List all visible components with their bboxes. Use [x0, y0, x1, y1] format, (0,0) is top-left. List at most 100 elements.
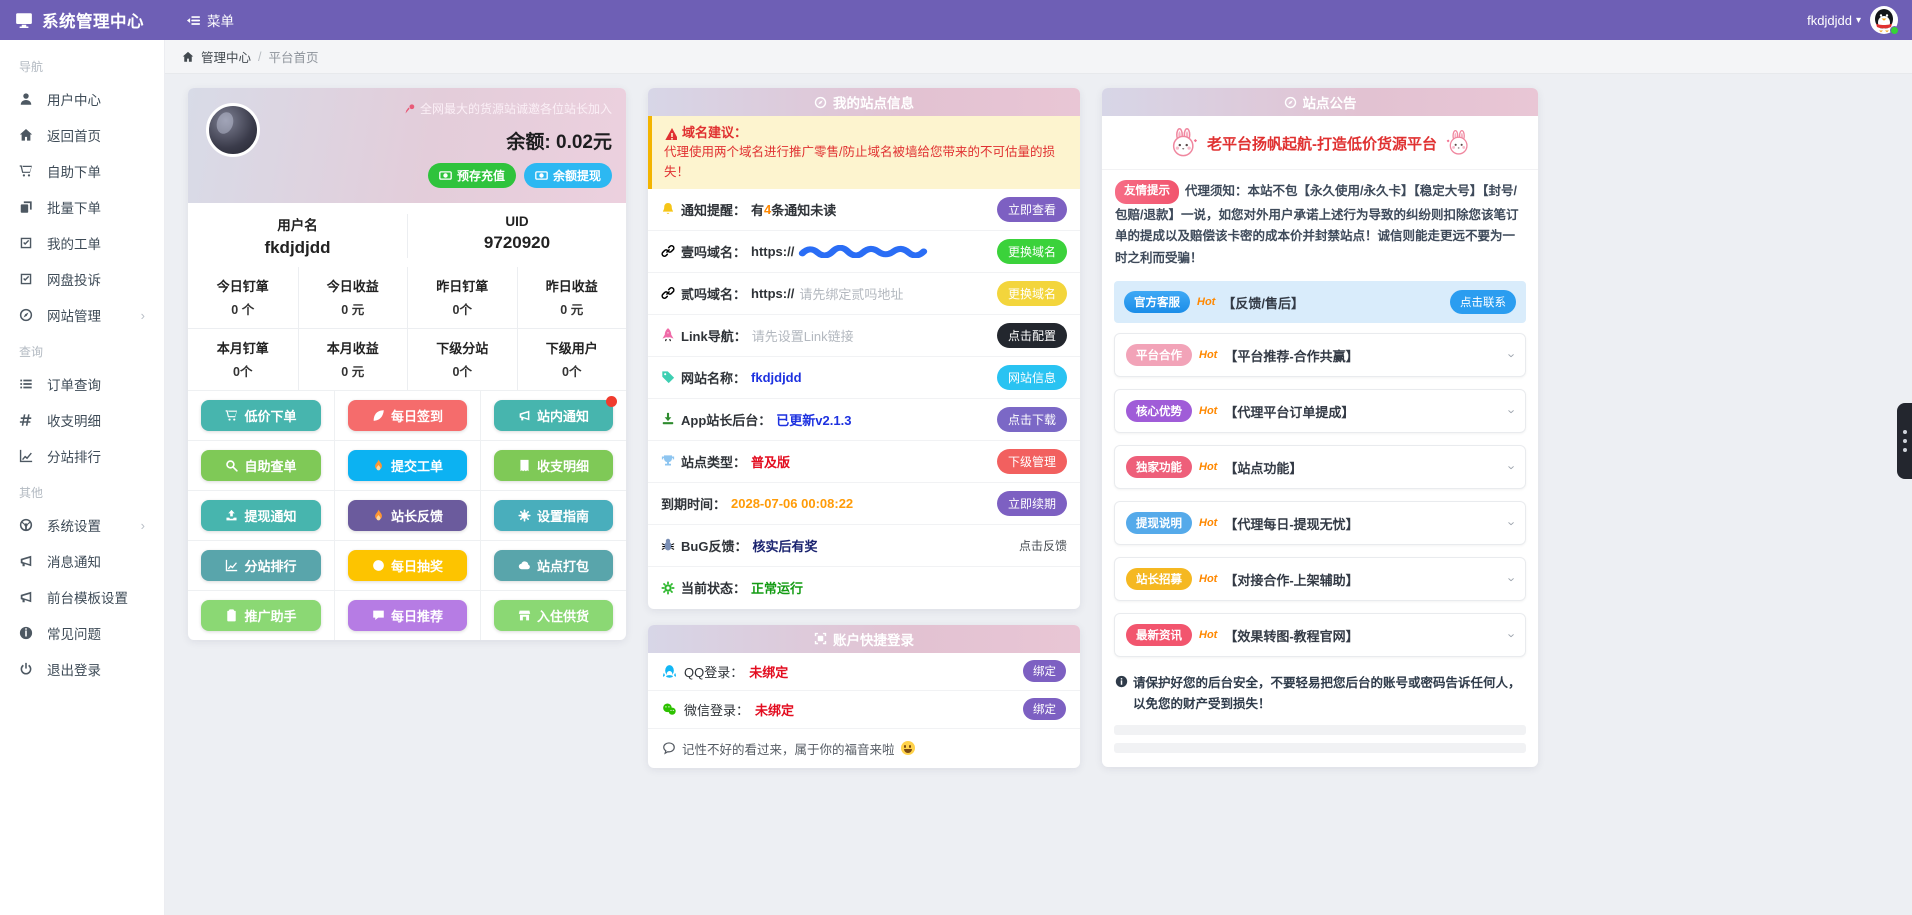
official-service-row[interactable]: 官方客服 Hot 【反馈/售后】 点击联系 [1114, 281, 1526, 323]
site-package-button[interactable]: 站点打包 [494, 550, 613, 581]
domain1-row: 壹吗域名： https:// 更换域名 [648, 231, 1080, 273]
sidebar-item-label: 收支明细 [47, 410, 101, 430]
sidebar-item-label: 用户中心 [47, 89, 101, 109]
setup-guide-button[interactable]: 设置指南 [494, 500, 613, 531]
app-backend-row: App站长后台： 已更新v2.1.3 点击下载 [648, 399, 1080, 441]
notify-row: 通知提醒： 有4条通知未读 立即查看 [648, 189, 1080, 231]
sidebar-item-template-settings[interactable]: 前台模板设置 [0, 579, 164, 615]
accordion-exclusive-features[interactable]: 独家功能 Hot 【站点功能】 › [1114, 445, 1526, 489]
webmaster-feedback-button[interactable]: 站长反馈 [348, 500, 467, 531]
accordion-webmaster-recruit[interactable]: 站长招募 Hot 【对接合作-上架辅助】 › [1114, 557, 1526, 601]
branch-ranking-button[interactable]: 分站排行 [201, 550, 321, 581]
sidebar-item-system-settings[interactable]: 系统设置 › [0, 507, 164, 543]
daily-recommend-button[interactable]: 每日推荐 [348, 600, 467, 631]
quick-login-header: 账户快捷登录 [648, 625, 1080, 653]
username-stat-label: 用户名 [188, 214, 407, 234]
hot-label: Hot [1199, 405, 1217, 417]
sidebar-item-label: 消息通知 [47, 551, 101, 571]
drawer-handle[interactable] [1897, 403, 1912, 479]
accordion-withdraw-info[interactable]: 提现说明 Hot 【代理每日-提现无忧】 › [1114, 501, 1526, 545]
submit-ticket-button[interactable]: 提交工单 [348, 450, 467, 481]
bug-feedback-row: BuG反馈： 核实后有奖 点击反馈 [648, 525, 1080, 567]
accordion-latest-news[interactable]: 最新资讯 Hot 【效果转图-教程官网】 › [1114, 613, 1526, 657]
download-app-button[interactable]: 点击下载 [997, 407, 1067, 432]
official-service-badge: 官方客服 [1124, 291, 1190, 313]
configure-link-button[interactable]: 点击配置 [997, 323, 1067, 348]
sidebar-item-batch-order[interactable]: 批量下单 [0, 189, 164, 225]
sidebar-item-branch-ranking[interactable]: 分站排行 [0, 438, 164, 474]
sidebar-item-site-management[interactable]: 网站管理 › [0, 297, 164, 333]
sub-manage-button[interactable]: 下级管理 [997, 449, 1067, 474]
online-status-dot [1890, 26, 1899, 35]
daily-lottery-button[interactable]: 每日抽奖 [348, 550, 467, 581]
announcement-card: 站点公告 老平台扬帆起航-打造低价货源平台 友情提示代理须知：本站不包【永久使用… [1102, 88, 1538, 767]
coin-icon [372, 559, 385, 572]
breadcrumb-root[interactable]: 管理中心 [201, 47, 251, 66]
sidebar-item-home[interactable]: 返回首页 [0, 117, 164, 153]
accordion-badge: 最新资讯 [1126, 624, 1192, 646]
sidebar-item-label: 返回首页 [47, 125, 101, 145]
profile-avatar[interactable] [206, 103, 260, 157]
income-detail-button[interactable]: 收支明细 [494, 450, 613, 481]
link-nav-row: Link导航： 请先设置Link链接 点击配置 [648, 315, 1080, 357]
money-icon [439, 169, 452, 182]
stat-cell: 下级用户0个 [517, 329, 627, 390]
sidebar-item-disk-complaint[interactable]: 网盘投诉 [0, 261, 164, 297]
domain-warning: 域名建议： 代理使用两个域名进行推广零售/防止域名被墙给您带来的不可估量的损失！ [648, 116, 1080, 189]
domain-warning-body: 代理使用两个域名进行推广零售/防止域名被墙给您带来的不可估量的损失！ [664, 143, 1068, 182]
uid-stat: UID 9720920 [407, 214, 626, 258]
home-icon [19, 128, 33, 142]
quick-login-footer-text: 记性不好的看过来，属于你的福音来啦 [682, 739, 895, 758]
upload-icon [225, 509, 238, 522]
sidebar-item-user-center[interactable]: 用户中心 [0, 81, 164, 117]
site-notice-button[interactable]: 站内通知 [494, 400, 613, 431]
uid-stat-value: 9720920 [408, 233, 626, 253]
breadcrumb-separator: / [258, 50, 261, 64]
accordion-text: 【对接合作-上架辅助】 [1224, 570, 1358, 589]
sidebar-item-self-order[interactable]: 自助下单 [0, 153, 164, 189]
security-warning: 请保护好您的后台安全，不要轻易把您后台的账号或密码告诉任何人，以免您的财产受到损… [1102, 669, 1538, 724]
sidebar-item-logout[interactable]: 退出登录 [0, 651, 164, 687]
bug-feedback-link[interactable]: 点击反馈 [1019, 537, 1067, 554]
supplier-join-button[interactable]: 入住供货 [494, 600, 613, 631]
sidebar-item-faq[interactable]: 常见问题 [0, 615, 164, 651]
sidebar-item-my-tickets[interactable]: 我的工单 [0, 225, 164, 261]
daily-checkin-button[interactable]: 每日签到 [348, 400, 467, 431]
user-dropdown[interactable]: fkdjdjdd ▾ [1807, 13, 1861, 28]
cheap-order-button[interactable]: 低价下单 [201, 400, 321, 431]
balance: 余额: 0.02元 [202, 127, 612, 154]
renew-button[interactable]: 立即续期 [997, 491, 1067, 516]
withdraw-button[interactable]: 余额提现 [524, 163, 612, 188]
qq-bind-button[interactable]: 绑定 [1023, 660, 1066, 682]
agent-notice: 友情提示代理须知：本站不包【永久使用/永久卡】【稳定大号】【封号/包赔/退款】一… [1102, 170, 1538, 278]
cart-icon [19, 164, 33, 178]
self-query-button[interactable]: 自助查单 [201, 450, 321, 481]
sidebar-item-label: 订单查询 [47, 374, 101, 394]
recharge-button[interactable]: 预存充值 [428, 163, 516, 188]
accordion-platform-coop[interactable]: 平台合作 Hot 【平台推荐-合作共赢】 › [1114, 333, 1526, 377]
avatar[interactable] [1870, 6, 1898, 34]
withdraw-notice-button[interactable]: 提现通知 [201, 500, 321, 531]
sidebar-item-label: 分站排行 [47, 446, 101, 466]
flame-icon [372, 509, 385, 522]
sidebar-item-income-detail[interactable]: 收支明细 [0, 402, 164, 438]
menu-toggle[interactable]: 菜单 [186, 10, 234, 30]
topbar: 系统管理中心 菜单 fkdjdjdd ▾ [0, 0, 1912, 40]
contact-service-button[interactable]: 点击联系 [1450, 290, 1516, 314]
qq-icon [662, 664, 677, 679]
security-warning-text: 请保护好您的后台安全，不要轻易把您后台的账号或密码告诉任何人，以免您的财产受到损… [1133, 673, 1525, 714]
wechat-bind-button[interactable]: 绑定 [1023, 698, 1066, 720]
marquee-text: 全网最大的货源站诚邀各位站长加入 [420, 100, 612, 117]
view-notices-button[interactable]: 立即查看 [997, 197, 1067, 222]
sidebar-item-order-query[interactable]: 订单查询 [0, 366, 164, 402]
site-info-button[interactable]: 网站信息 [997, 365, 1067, 390]
promo-helper-button[interactable]: 推广助手 [201, 600, 321, 631]
change-domain1-button[interactable]: 更换域名 [997, 239, 1067, 264]
change-domain2-button[interactable]: 更换域名 [997, 281, 1067, 306]
chevron-down-icon: › [1504, 409, 1519, 413]
sidebar-item-notifications[interactable]: 消息通知 [0, 543, 164, 579]
accordion-text: 【站点功能】 [1224, 458, 1302, 477]
accordion-core-advantage[interactable]: 核心优势 Hot 【代理平台订单提成】 › [1114, 389, 1526, 433]
money-icon [535, 169, 548, 182]
app-brand[interactable]: 系统管理中心 [0, 8, 165, 32]
